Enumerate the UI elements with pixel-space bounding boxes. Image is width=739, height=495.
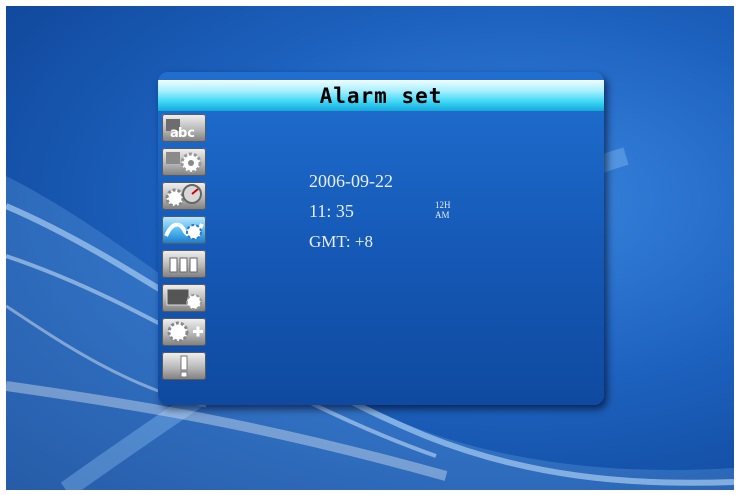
exclamation-info-icon[interactable]	[162, 352, 206, 380]
alarm-set-panel: Alarm set bc a 2006-09-22 11: 35 12H AM …	[158, 72, 604, 405]
date-value[interactable]: 2006-09-22	[309, 171, 393, 192]
panel-title: Alarm set	[319, 84, 443, 108]
time-value[interactable]: 11: 35	[309, 201, 354, 222]
gear-settings-icon[interactable]	[162, 148, 206, 176]
gmt-offset-value[interactable]: GMT: +8	[309, 232, 373, 252]
hour-format-label: 12H	[435, 200, 451, 210]
network-config-icon[interactable]	[162, 216, 206, 244]
tv-screen: Alarm set bc a 2006-09-22 11: 35 12H AM …	[6, 6, 734, 490]
menu-icon-column: bc a	[162, 114, 206, 386]
channel-bars-icon[interactable]	[162, 250, 206, 278]
screen-gear-icon[interactable]	[162, 284, 206, 312]
meridiem-label: AM	[435, 210, 450, 220]
svg-text:bc: bc	[178, 126, 195, 141]
abc-language-icon[interactable]: bc a	[162, 114, 206, 142]
svg-text:a: a	[170, 126, 179, 141]
title-bar: Alarm set	[158, 80, 604, 111]
time-format-indicator[interactable]: 12H AM	[435, 200, 451, 220]
gear-plus-icon[interactable]	[162, 318, 206, 346]
gauge-tools-icon[interactable]	[162, 182, 206, 210]
